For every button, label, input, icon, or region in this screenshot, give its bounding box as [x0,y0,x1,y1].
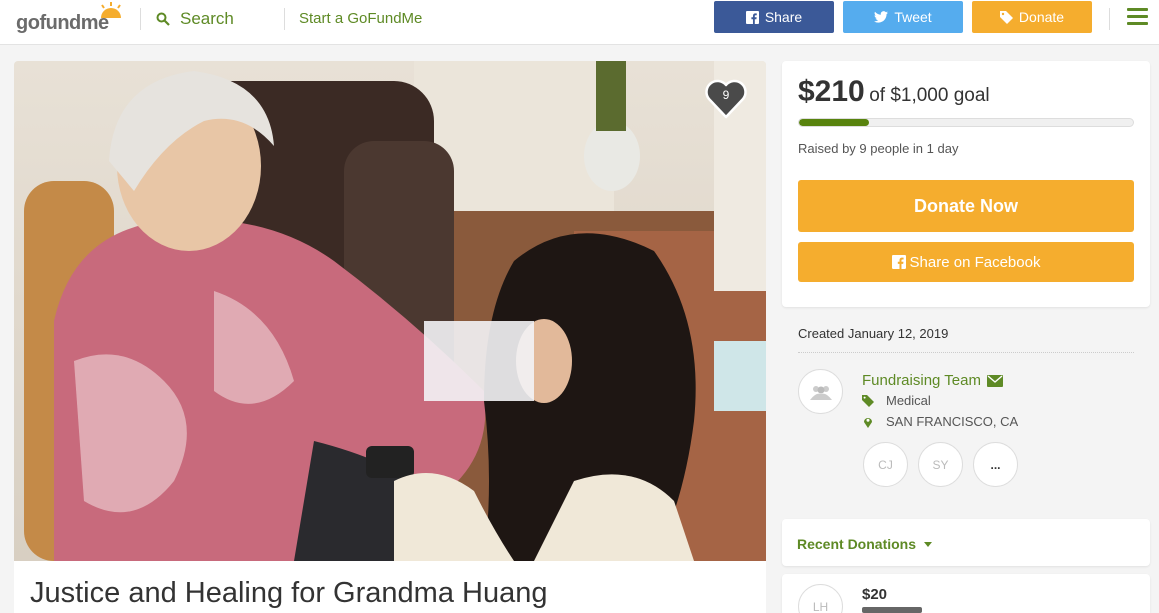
share-facebook-label: Share on Facebook [909,253,1041,271]
donate-now-button[interactable]: Donate Now [798,180,1134,232]
progress-bar [798,118,1134,127]
logo-fund: fund [39,12,81,34]
campaign-photo-illustration [14,61,766,561]
category-label: Medical [886,393,931,408]
logo-go: go [16,12,40,34]
donation-amount: $20 [862,586,888,603]
campaign-photo [14,61,766,561]
twitter-icon [874,11,889,23]
tweet-label: Tweet [894,9,932,25]
fundraising-team-link[interactable]: Fundraising Team [862,372,1003,389]
recent-donations-card: Recent Donations [782,519,1150,566]
title-card: Justice and Healing for Grandma Huang [14,561,766,613]
created-date: Created January 12, 2019 [798,326,949,341]
team-avatar[interactable] [798,369,843,414]
divider [798,352,1134,353]
donate-header-button[interactable]: Donate [972,1,1092,33]
tag-icon [999,10,1013,24]
hamburger-menu-icon[interactable] [1127,8,1148,25]
top-header: gofundme Search Start a GoFundMe Share T… [0,0,1159,45]
donor-avatar: LH [798,584,843,613]
search-button[interactable]: Search [156,8,234,30]
facebook-icon [745,10,759,24]
donation-item: LH $20 [782,574,1150,613]
header-divider [284,8,285,30]
share-button[interactable]: Share [714,1,834,33]
share-on-facebook-button[interactable]: Share on Facebook [798,242,1134,282]
donate-label: Donate [1018,9,1065,25]
donation-summary-card: $210 of $1,000 goal Raised by 9 people i… [782,61,1150,307]
category-row[interactable]: Medical [862,393,931,408]
more-members-button[interactable]: ... [973,442,1018,487]
team-group-icon [809,385,832,400]
progress-fill [799,119,870,126]
search-label: Search [180,9,234,28]
recent-donations-toggle[interactable]: Recent Donations [797,536,933,552]
tag-icon [862,394,874,407]
share-label: Share [764,9,803,25]
raised-value: $210 [798,75,865,108]
campaign-title: Justice and Healing for Grandma Huang [30,577,548,609]
team-member-avatar[interactable]: CJ [863,442,908,487]
team-member-avatar[interactable]: SY [918,442,963,487]
location-label: SAN FRANCISCO, CA [886,414,1019,429]
logo-text: gofundme [16,12,109,35]
start-gofundme-link[interactable]: Start a GoFundMe [299,10,422,27]
gofundme-logo[interactable]: gofundme [16,2,126,36]
tweet-button[interactable]: Tweet [843,1,963,33]
donor-name-cropped [862,607,922,613]
envelope-icon[interactable] [986,374,1003,387]
search-icon [156,12,170,26]
raised-by-text: Raised by 9 people in 1 day [798,141,959,156]
facebook-icon [891,255,906,269]
location-row: SAN FRANCISCO, CA [862,414,1018,429]
team-name-label: Fundraising Team [862,372,981,389]
amount-raised: $210 of $1,000 goal [798,75,990,109]
logo-me: me [80,12,109,34]
map-pin-icon [864,417,872,428]
recent-donations-label: Recent Donations [797,536,917,552]
header-divider [140,8,141,30]
header-divider [1109,8,1110,30]
goal-text: of $1,000 goal [869,85,990,106]
heart-count: 9 [722,88,730,102]
caret-down-icon [924,541,933,547]
